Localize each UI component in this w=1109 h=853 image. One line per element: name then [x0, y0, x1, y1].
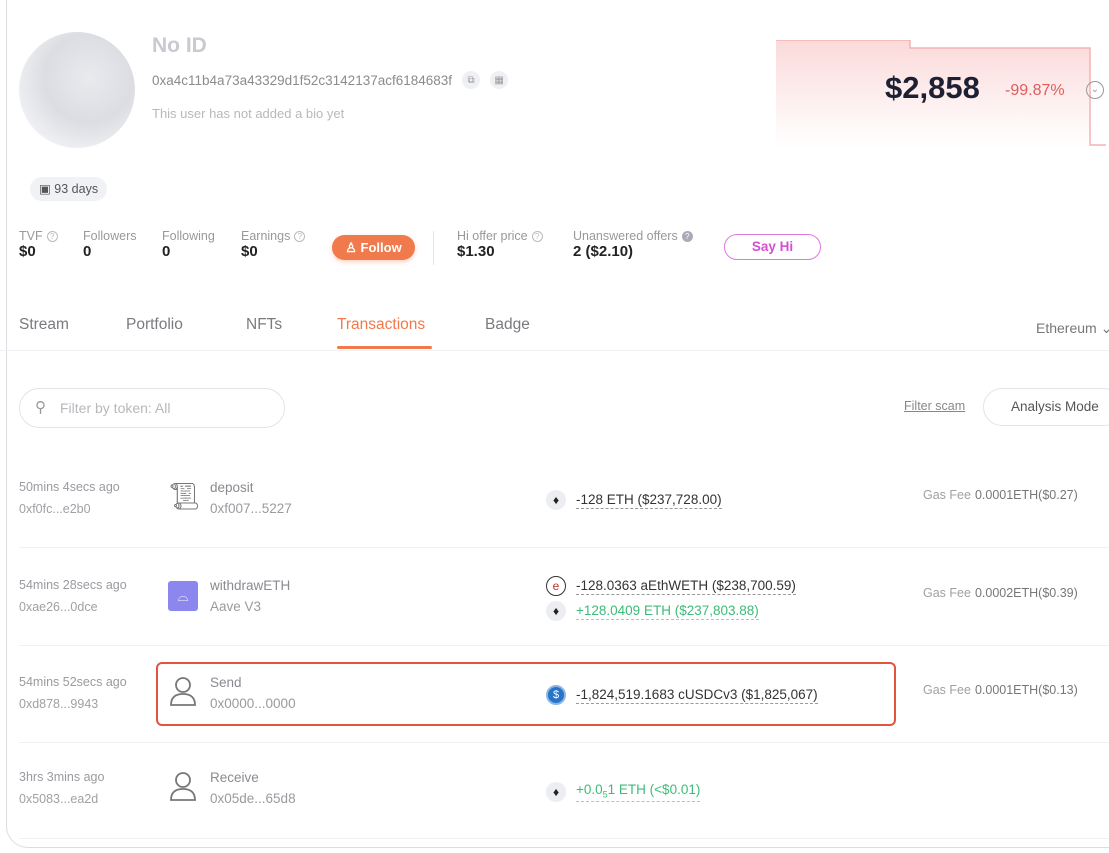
avatar — [19, 32, 135, 148]
tx-target[interactable]: 0x05de...65d8 — [210, 791, 296, 806]
bio: This user has not added a bio yet — [152, 106, 345, 121]
stat-value: 0 — [83, 243, 92, 260]
gas-label: Gas Fee — [923, 586, 971, 600]
stat-label: Followers — [83, 229, 137, 243]
active-tab-indicator — [337, 346, 432, 349]
aethweth-icon: e — [546, 576, 566, 596]
eth-icon: ♦ — [546, 782, 566, 802]
search-placeholder: Filter by token: All — [60, 400, 171, 416]
stat-following[interactable]: Following 0 — [162, 229, 215, 260]
follow-label: Follow — [360, 240, 402, 255]
gas-label: Gas Fee — [923, 683, 971, 697]
gas-value: 0.0001ETH($0.27) — [974, 488, 1078, 502]
chain-selector[interactable]: Ethereum ⌄ — [1036, 320, 1109, 337]
help-icon[interactable]: ? — [294, 231, 306, 242]
gas-fee: Gas Fee 0.0002ETH($0.39) — [923, 586, 1078, 600]
help-icon[interactable]: ? — [681, 231, 693, 242]
table-row[interactable]: 54mins 28secs ago 0xae26...0dce — [19, 578, 127, 614]
table-row[interactable]: 50mins 4secs ago 0xf0fc...e2b0 — [19, 480, 120, 516]
table-row[interactable]: 54mins 52secs ago 0xd878...9943 — [19, 675, 127, 711]
copy-icon[interactable]: ⧉ — [462, 71, 481, 89]
tx-time: 50mins 4secs ago — [19, 480, 120, 494]
token-filter-input[interactable]: ⚲ Filter by token: All — [19, 388, 285, 428]
tx-action: withdrawETH — [210, 578, 291, 593]
hi-offer-price: Hi offer price? $1.30 — [457, 229, 543, 260]
stat-label: TVF — [19, 229, 43, 243]
stat-tvf: TVF? $0 — [19, 229, 58, 260]
help-icon[interactable]: ? — [46, 231, 58, 242]
user-icon — [168, 770, 198, 807]
stat-label: Hi offer price — [457, 229, 528, 243]
tx-action: Receive — [210, 770, 259, 785]
tx-amount[interactable]: -128.0363 aEthWETH ($238,700.59) — [576, 578, 796, 595]
filter-scam-link[interactable]: Filter scam — [904, 399, 965, 413]
user-icon: ♙ — [345, 240, 361, 255]
table-row[interactable]: 3hrs 3mins ago 0x5083...ea2d — [19, 770, 104, 806]
chevron-down-icon[interactable]: ⌄ — [1086, 81, 1104, 99]
gas-label: Gas Fee — [923, 488, 971, 502]
tab-portfolio[interactable]: Portfolio — [126, 316, 183, 334]
tab-transactions[interactable]: Transactions — [337, 316, 425, 334]
account-age: 93 days — [54, 182, 99, 196]
row-divider — [19, 742, 1109, 743]
account-age-badge: ▣ 93 days — [30, 177, 108, 201]
tab-stream[interactable]: Stream — [19, 316, 69, 334]
tx-target[interactable]: 0xf007...5227 — [210, 501, 292, 516]
tab-badge[interactable]: Badge — [485, 316, 530, 334]
tx-target[interactable]: Aave V3 — [210, 599, 290, 614]
tx-amount[interactable]: +0.051 ETH (<$0.01) — [576, 782, 701, 802]
stat-value: 2 ($2.10) — [573, 243, 634, 260]
tx-hash[interactable]: 0xf0fc...e2b0 — [19, 502, 120, 516]
stat-value: 0 — [162, 243, 171, 260]
highlight-box — [156, 662, 896, 726]
say-hi-button[interactable]: Say Hi — [724, 234, 821, 260]
balance-change: -99.87% — [1005, 82, 1065, 99]
tx-amount[interactable]: -128 ETH ($237,728.00) — [576, 492, 722, 509]
stat-value: $1.30 — [457, 243, 495, 260]
aave-icon: ⌓ — [168, 581, 198, 611]
tab-nfts[interactable]: NFTs — [246, 316, 282, 334]
row-divider — [19, 547, 1109, 548]
chain-label: Ethereum — [1036, 320, 1097, 336]
scroll-icon: 📜︎ — [168, 481, 202, 511]
tx-hash[interactable]: 0xd878...9943 — [19, 697, 127, 711]
analysis-mode-button[interactable]: Analysis Mode — [983, 388, 1109, 426]
tx-time: 54mins 52secs ago — [19, 675, 127, 689]
amount-prefix: +0.0 — [576, 782, 603, 798]
tx-amount[interactable]: +128.0409 ETH ($237,803.88) — [576, 603, 759, 620]
stat-label: Unanswered offers — [573, 229, 678, 243]
gas-value: 0.0002ETH($0.39) — [974, 586, 1078, 600]
row-divider — [19, 838, 1109, 839]
stat-value: $0 — [241, 243, 258, 260]
eth-icon: ♦ — [546, 601, 566, 621]
tx-hash[interactable]: 0xae26...0dce — [19, 600, 127, 614]
total-balance: $2,858 — [885, 70, 980, 105]
divider — [0, 350, 1109, 351]
profile-name: No ID — [152, 34, 207, 57]
qr-code-icon[interactable]: ▦ — [490, 71, 509, 89]
amount-suffix: 1 ETH (<$0.01) — [607, 782, 701, 798]
follow-button[interactable]: ♙ Follow — [332, 235, 415, 260]
gas-fee: Gas Fee 0.0001ETH($0.27) — [923, 488, 1078, 502]
tx-hash[interactable]: 0x5083...ea2d — [19, 792, 104, 806]
wallet-address: 0xa4c11b4a73a43329d1f52c3142137acf618468… — [152, 72, 453, 88]
stat-value: $0 — [19, 243, 36, 260]
stat-label: Following — [162, 229, 215, 243]
divider — [433, 231, 434, 265]
tx-time: 54mins 28secs ago — [19, 578, 127, 592]
stat-label: Earnings — [241, 229, 291, 243]
stat-followers[interactable]: Followers 0 — [83, 229, 137, 260]
chevron-down-icon: ⌄ — [1100, 320, 1109, 336]
help-icon[interactable]: ? — [531, 231, 543, 242]
gas-value: 0.0001ETH($0.13) — [974, 683, 1078, 697]
row-divider — [19, 645, 1109, 646]
search-icon: ⚲ — [35, 399, 46, 416]
tx-time: 3hrs 3mins ago — [19, 770, 105, 784]
stat-earnings: Earnings? $0 — [241, 229, 306, 260]
tx-action: deposit — [210, 480, 254, 495]
eth-icon: ♦ — [546, 490, 566, 510]
unanswered-offers: Unanswered offers? 2 ($2.10) — [573, 229, 693, 260]
calendar-icon: ▣ — [39, 182, 55, 196]
gas-fee: Gas Fee 0.0001ETH($0.13) — [923, 683, 1078, 697]
